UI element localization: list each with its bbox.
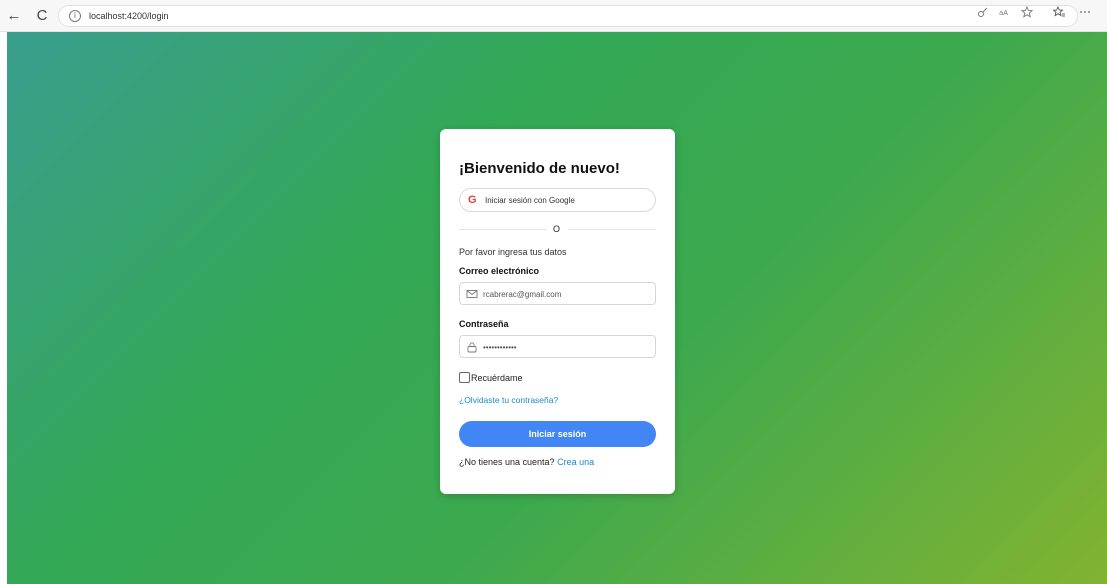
mail-icon bbox=[466, 290, 478, 298]
subtitle: Por favor ingresa tus datos bbox=[459, 247, 567, 257]
password-input[interactable] bbox=[483, 341, 648, 353]
info-icon[interactable]: i bbox=[69, 10, 81, 22]
remember-label[interactable]: Recuérdame bbox=[471, 372, 523, 384]
favorites-icon[interactable] bbox=[1050, 5, 1068, 24]
star-icon[interactable] bbox=[1018, 5, 1036, 24]
lock-icon bbox=[467, 342, 477, 353]
signup-link[interactable]: Crea una bbox=[557, 457, 594, 467]
forgot-password-link[interactable]: ¿Olvidaste tu contraseña? bbox=[459, 394, 558, 406]
address-bar[interactable]: i localhost:4200/login bbox=[58, 5, 1078, 27]
page-title: ¡Bienvenido de nuevo! bbox=[459, 160, 620, 177]
google-icon: G bbox=[468, 194, 477, 206]
signup-prompt: ¿No tienes una cuenta? bbox=[459, 457, 558, 467]
login-button[interactable]: Iniciar sesión bbox=[459, 421, 656, 447]
divider-line-right bbox=[568, 229, 656, 230]
email-label: Correo electrónico bbox=[459, 266, 540, 276]
remember-checkbox[interactable] bbox=[459, 372, 470, 383]
login-card: ¡Bienvenido de nuevo! G Iniciar sesión c… bbox=[440, 129, 675, 494]
browser-toolbar: ← C i localhost:4200/login aA bbox=[0, 0, 1107, 32]
divider-line-left bbox=[459, 229, 547, 230]
email-field[interactable] bbox=[459, 282, 656, 305]
email-input[interactable] bbox=[483, 288, 648, 300]
key-icon[interactable] bbox=[974, 6, 992, 24]
read-aloud-icon[interactable]: aA bbox=[996, 6, 1014, 24]
google-signin-label: Iniciar sesión con Google bbox=[485, 196, 575, 205]
password-field[interactable] bbox=[459, 335, 656, 358]
back-arrow-icon[interactable]: ← bbox=[4, 6, 24, 26]
refresh-icon[interactable]: C bbox=[32, 6, 52, 26]
more-icon[interactable] bbox=[1076, 6, 1094, 24]
svg-text:aA: aA bbox=[999, 9, 1008, 17]
divider-text: O bbox=[553, 224, 561, 234]
url-text[interactable]: localhost:4200/login bbox=[89, 10, 169, 23]
signup-row: ¿No tienes una cuenta? Crea una bbox=[459, 456, 594, 468]
google-signin-button[interactable]: G Iniciar sesión con Google bbox=[459, 188, 656, 212]
password-label: Contraseña bbox=[459, 319, 509, 329]
